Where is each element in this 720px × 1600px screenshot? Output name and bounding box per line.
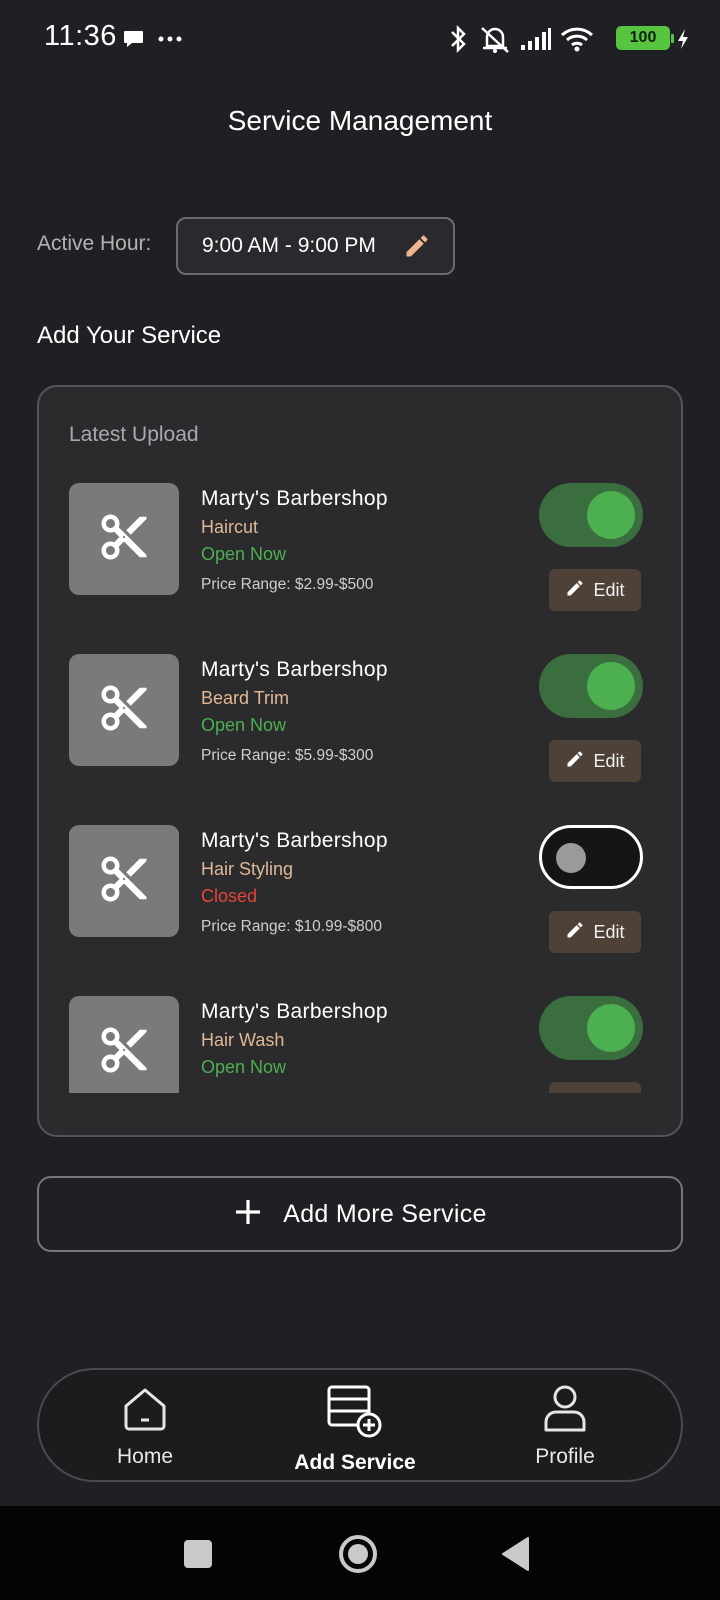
- edit-pencil-icon: [565, 920, 585, 945]
- service-toggle[interactable]: [539, 483, 643, 547]
- edit-service-button[interactable]: [549, 1082, 641, 1093]
- nav-profile-label: Profile: [535, 1445, 595, 1468]
- service-price-range: Price Range: $5.99-$300: [201, 747, 374, 764]
- nav-profile[interactable]: Profile: [485, 1384, 645, 1474]
- more-dots-icon: [158, 22, 182, 56]
- service-item: Marty's Barbershop Hair Wash Open Now: [39, 996, 681, 1093]
- service-status: Open Now: [201, 1057, 287, 1077]
- add-more-service-button[interactable]: Add More Service: [37, 1176, 683, 1252]
- service-type: Hair Wash: [201, 1030, 285, 1050]
- bluetooth-icon: [448, 22, 468, 56]
- home-circle-icon[interactable]: [338, 1534, 378, 1574]
- service-thumbnail: [69, 996, 179, 1093]
- active-hour-label: Active Hour:: [37, 232, 152, 255]
- signal-icon: [520, 22, 552, 56]
- toggle-knob: [556, 843, 586, 873]
- service-price-range: Price Range: $2.99-$500: [201, 576, 374, 593]
- active-hour-value: 9:00 AM - 9:00 PM: [202, 234, 376, 257]
- service-shop-name: Marty's Barbershop: [201, 829, 388, 852]
- service-item: Marty's Barbershop Haircut Open Now Price R…: [39, 483, 681, 633]
- service-thumbnail: [69, 483, 179, 595]
- toggle-knob: [587, 1004, 635, 1052]
- active-hour-field[interactable]: 9:00 AM - 9:00 PM: [176, 217, 455, 275]
- nav-home[interactable]: Home: [65, 1384, 225, 1474]
- edit-service-button[interactable]: Edit: [549, 911, 641, 953]
- system-navigation-bar: [0, 1506, 720, 1600]
- service-toggle[interactable]: [539, 654, 643, 718]
- toggle-knob: [587, 662, 635, 710]
- recent-apps-icon[interactable]: [178, 1534, 218, 1574]
- nav-add-service[interactable]: Add Service: [275, 1384, 435, 1474]
- service-toggle[interactable]: [539, 996, 643, 1060]
- service-price-range: Price Range: $10.99-$800: [201, 918, 382, 935]
- latest-upload-label: Latest Upload: [69, 423, 199, 446]
- service-type: Hair Styling: [201, 859, 294, 879]
- charging-icon: [676, 22, 690, 56]
- nav-add-service-label: Add Service: [294, 1451, 416, 1474]
- wifi-icon: [560, 22, 594, 56]
- service-item: Marty's Barbershop Hair Styling Closed Pric…: [39, 825, 681, 975]
- mute-icon: [478, 22, 512, 56]
- bottom-nav: Home Add Service Profile: [37, 1368, 683, 1482]
- service-shop-name: Marty's Barbershop: [201, 487, 388, 510]
- edit-pencil-icon: [581, 1091, 601, 1093]
- service-thumbnail: [69, 654, 179, 766]
- services-card: Latest Upload Marty's Barbershop Haircut O…: [37, 385, 683, 1137]
- service-shop-name: Marty's Barbershop: [201, 1000, 388, 1023]
- edit-button-label: Edit: [593, 921, 625, 942]
- edit-button-label: Edit: [593, 579, 625, 600]
- toggle-knob: [587, 491, 635, 539]
- status-time: 11:36: [44, 20, 117, 52]
- service-status: Closed: [201, 886, 258, 906]
- edit-service-button[interactable]: Edit: [549, 569, 641, 611]
- section-title: Add Your Service: [37, 322, 222, 349]
- battery-level: 100: [629, 29, 657, 46]
- chat-bubble-icon: [122, 22, 146, 56]
- services-list[interactable]: Marty's Barbershop Haircut Open Now Price R…: [39, 483, 681, 1093]
- plus-icon: [233, 1197, 263, 1232]
- scissors-icon: [97, 852, 151, 911]
- nav-home-label: Home: [116, 1445, 174, 1468]
- scissors-icon: [97, 681, 151, 740]
- service-type: Haircut: [201, 517, 259, 537]
- service-status: Open Now: [201, 715, 287, 735]
- home-icon: [120, 1384, 170, 1439]
- service-status: Open Now: [201, 544, 287, 564]
- status-bar: 11:36 100: [0, 0, 720, 78]
- service-item: Marty's Barbershop Beard Trim Open Now Pric…: [39, 654, 681, 804]
- add-service-icon: [325, 1384, 385, 1445]
- scissors-icon: [97, 510, 151, 569]
- edit-pencil-icon: [565, 749, 585, 774]
- scissors-icon: [97, 1023, 151, 1082]
- edit-service-button[interactable]: Edit: [549, 740, 641, 782]
- back-icon[interactable]: [498, 1534, 538, 1574]
- service-thumbnail: [69, 825, 179, 937]
- service-toggle[interactable]: [539, 825, 643, 889]
- edit-button-label: Edit: [593, 750, 625, 771]
- battery-icon: 100: [616, 26, 674, 50]
- profile-icon: [540, 1384, 590, 1439]
- pencil-icon[interactable]: [403, 232, 431, 260]
- service-shop-name: Marty's Barbershop: [201, 658, 388, 681]
- page-title: Service Management: [227, 105, 493, 136]
- service-type: Beard Trim: [201, 688, 290, 708]
- edit-pencil-icon: [565, 578, 585, 603]
- add-more-service-label: Add More Service: [283, 1199, 487, 1228]
